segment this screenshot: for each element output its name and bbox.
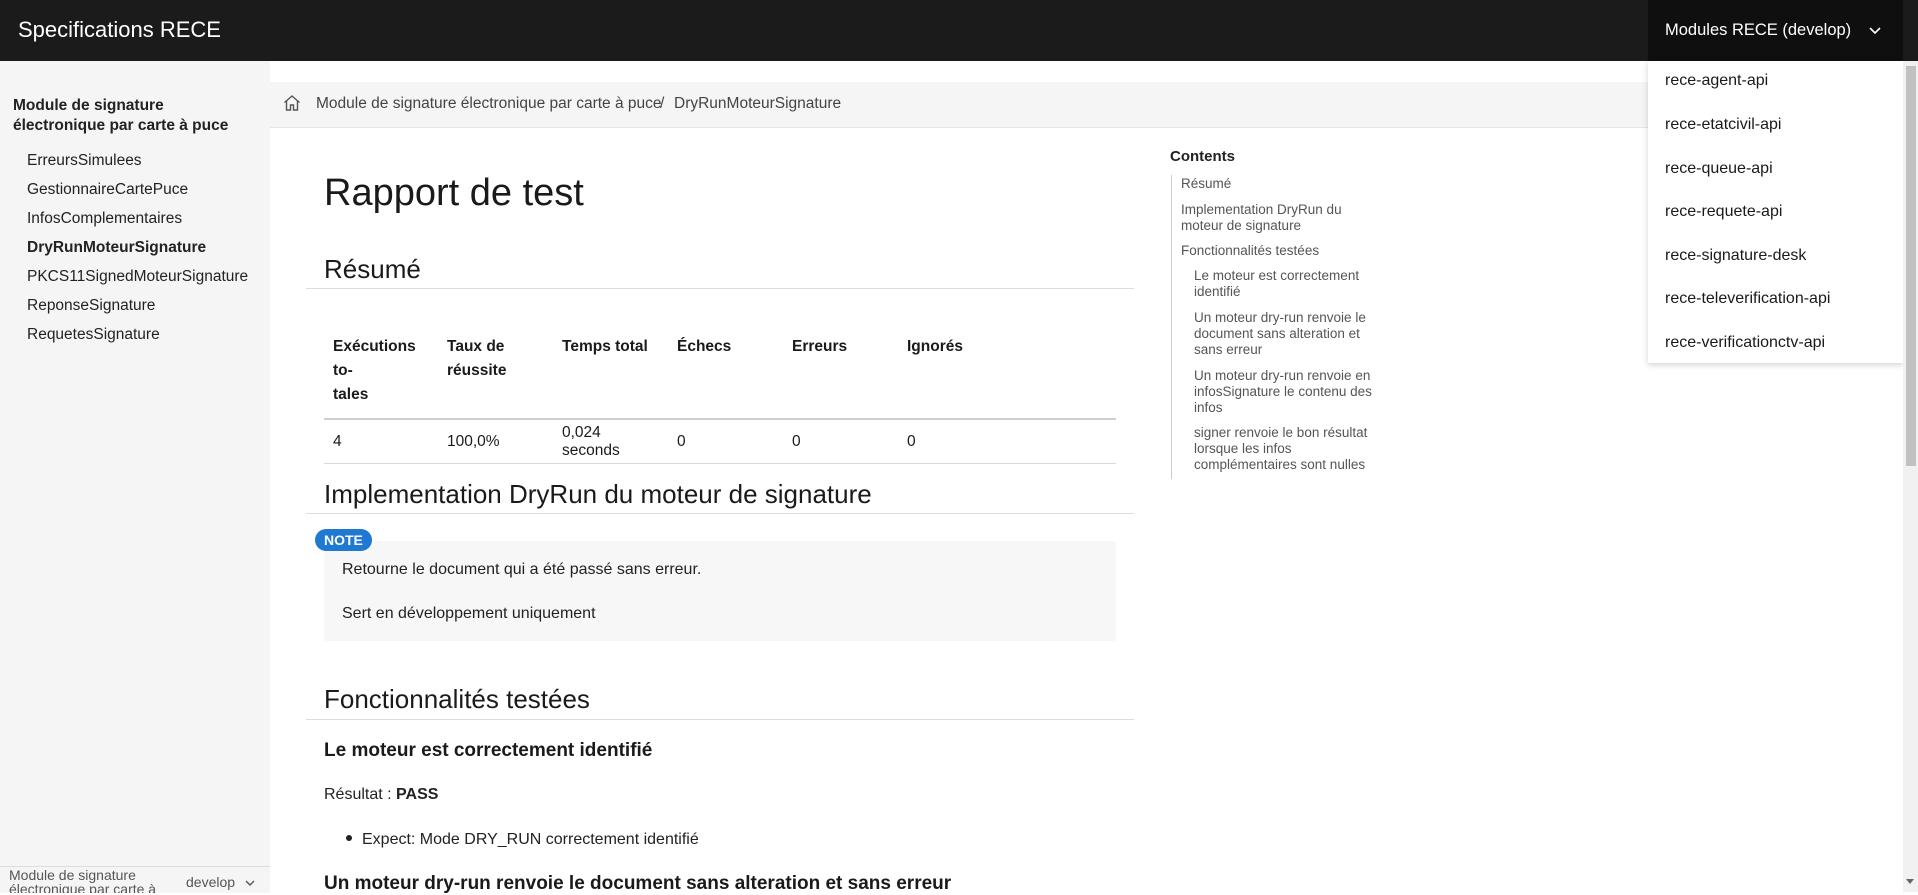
toc-link[interactable]: Un moteur dry-run renvoie en infosSignat… <box>1194 368 1372 416</box>
summary-table: Exécutions to-tales Taux de réussite Tem… <box>324 327 1116 464</box>
heading-divider <box>306 719 1134 720</box>
heading-divider <box>306 288 1134 289</box>
cell-taux: 100,0% <box>438 418 553 464</box>
implementation-heading: Implementation DryRun du moteur de signa… <box>324 479 872 509</box>
col-header-taux: Taux de réussite <box>447 338 507 379</box>
toc-link[interactable]: Implementation DryRun du moteur de signa… <box>1181 202 1351 234</box>
menu-item-rece-verificationctv-api[interactable]: rece-verificationctv-api <box>1665 334 1825 352</box>
note-text: Retourne le document qui a été passé san… <box>342 561 702 578</box>
sidebar-item-gestionnairecartepuce[interactable]: GestionnaireCartePuce <box>27 175 248 204</box>
feature-heading: Le moteur est correctement identifié <box>324 740 653 761</box>
modules-dropdown-label: Modules RECE (develop) <box>1665 21 1852 39</box>
cell-erreurs: 0 <box>783 418 898 464</box>
menu-item-rece-signature-desk[interactable]: rece-signature-desk <box>1665 247 1806 265</box>
toc-link[interactable]: Un moteur dry-run renvoie le document sa… <box>1194 310 1366 358</box>
summary-heading: Résumé <box>324 254 421 284</box>
top-bar: Specifications RECE <box>0 0 1918 61</box>
result-label: Résultat : <box>324 786 397 803</box>
note-badge: NOTE <box>315 529 372 551</box>
col-header-executions: Exécutions to-tales <box>333 338 416 403</box>
menu-item-rece-agent-api[interactable]: rece-agent-api <box>1665 72 1768 90</box>
modules-dropdown-button[interactable]: Modules RECE (develop) <box>1648 0 1903 61</box>
breadcrumb-current: DryRunMoteurSignature <box>674 95 842 112</box>
col-header-erreurs: Erreurs <box>792 338 848 355</box>
site-title[interactable]: Specifications RECE <box>18 17 221 43</box>
note-admonition <box>324 541 1116 641</box>
sidebar-section-title[interactable]: Module de signature électronique par car… <box>13 96 258 136</box>
col-header-temps: Temps total <box>562 338 648 355</box>
col-header-ignores: Ignorés <box>907 338 963 355</box>
toc-link[interactable]: Fonctionnalités testées <box>1181 243 1351 259</box>
breadcrumb: Module de signature électronique par car… <box>270 82 1648 128</box>
sidebar-item-requetessignature[interactable]: RequetesSignature <box>27 320 248 349</box>
toc-rail <box>1171 175 1172 479</box>
chevron-down-icon <box>1869 27 1881 35</box>
scroll-down-arrow-icon[interactable] <box>1906 879 1914 884</box>
col-header-echecs: Échecs <box>677 338 732 355</box>
toc-title: Contents <box>1170 148 1235 165</box>
home-icon[interactable] <box>282 93 302 113</box>
breadcrumb-separator: / <box>660 95 665 112</box>
list-item: Expect: Mode DRY_RUN correctement identi… <box>346 831 699 849</box>
sidebar-item-erreurssimulees[interactable]: ErreursSimulees <box>27 146 248 175</box>
toc-link[interactable]: Le moteur est correctement identifié <box>1194 268 1372 300</box>
menu-item-rece-etatcivil-api[interactable]: rece-etatcivil-api <box>1665 116 1781 134</box>
chevron-down-icon <box>245 880 255 886</box>
result-line: Résultat : PASS <box>324 786 438 804</box>
cell-echecs: 0 <box>668 418 783 464</box>
footer-module-name: Module de signature électronique par car… <box>9 867 157 893</box>
sidebar-item-dryrunmoteursignature[interactable]: DryRunMoteurSignature <box>27 233 248 262</box>
note-text: Sert en développement uniquement <box>342 605 596 622</box>
expect-text: Expect: Mode DRY_RUN correctement identi… <box>362 831 699 848</box>
result-value: PASS <box>396 786 439 803</box>
sidebar-item-reponsesignature[interactable]: ReponseSignature <box>27 291 248 320</box>
sidebar-footer[interactable]: Module de signature électronique par car… <box>0 866 270 893</box>
features-heading: Fonctionnalités testées <box>324 684 590 714</box>
toc-link[interactable]: signer renvoie le bon résultat lorsque l… <box>1194 425 1372 473</box>
table-row: 4 100,0% 0,024 seconds 0 0 0 <box>324 418 1116 464</box>
heading-divider <box>306 513 1134 514</box>
menu-item-rece-queue-api[interactable]: rece-queue-api <box>1665 160 1773 178</box>
sidebar-item-pkcs11signedmoteursignature[interactable]: PKCS11SignedMoteurSignature <box>27 262 248 291</box>
menu-item-rece-televerification-api[interactable]: rece-televerification-api <box>1665 290 1830 308</box>
sidebar-item-infoscomplementaires[interactable]: InfosComplementaires <box>27 204 248 233</box>
breadcrumb-parent-link[interactable]: Module de signature électronique par car… <box>316 95 662 113</box>
modules-dropdown-menu: rece-agent-api rece-etatcivil-api rece-q… <box>1648 61 1903 363</box>
cell-executions: 4 <box>324 418 438 464</box>
cell-ignores: 0 <box>898 418 1116 464</box>
summary-table-header-row: Exécutions to-tales Taux de réussite Tem… <box>324 327 1116 419</box>
page-title: Rapport de test <box>324 172 584 214</box>
bullet-dot <box>346 834 352 841</box>
scrollbar-thumb[interactable] <box>1906 66 1916 466</box>
toc-link[interactable]: Résumé <box>1181 176 1351 192</box>
sidebar-nav-list: ErreursSimulees GestionnaireCartePuce In… <box>27 146 248 349</box>
cell-temps: 0,024 seconds <box>553 418 668 464</box>
footer-version[interactable]: develop <box>186 874 235 890</box>
menu-item-rece-requete-api[interactable]: rece-requete-api <box>1665 203 1782 221</box>
sidebar: Module de signature électronique par car… <box>0 61 270 893</box>
